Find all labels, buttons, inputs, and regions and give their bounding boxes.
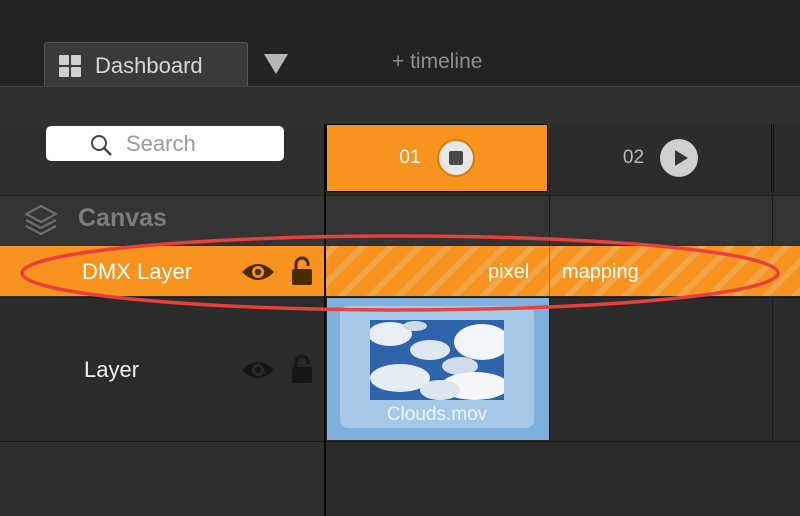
add-timeline-button[interactable]: + timeline [392,50,482,74]
play-button[interactable] [660,139,699,177]
clip-name: Clouds.mov [386,404,488,425]
clip-number: 01 [399,147,421,168]
clip-text-mapping: mapping [562,261,639,283]
clip-header-02[interactable]: 02 [550,124,772,192]
lock-icon[interactable] [291,354,313,384]
sidebar-divider [324,124,326,516]
eye-icon[interactable] [241,261,275,283]
play-icon [674,150,688,166]
clip-header-partial [773,124,800,192]
search-input[interactable] [126,130,306,157]
clip-number: 02 [622,147,645,168]
layer-name: Layer [84,357,140,382]
clip-header-01[interactable]: 01 [326,124,548,192]
stop-icon [448,151,463,165]
tab-dashboard[interactable]: Dashboard [44,42,248,88]
stop-button[interactable] [436,139,475,177]
layers-icon [24,204,58,236]
grid-icon [59,54,81,77]
search-box[interactable] [46,126,306,161]
eye-icon[interactable] [241,359,275,381]
layer-name: DMX Layer [82,259,193,284]
tab-dashboard-label: Dashboard [95,52,203,78]
clip-divider [549,246,550,296]
canvas-label: Canvas [78,204,167,232]
search-icon [91,135,112,156]
lock-icon[interactable] [291,256,313,286]
clip-thumbnail [370,320,504,400]
header-band [0,86,800,128]
clip-text-pixel: pixel [488,261,530,283]
chevron-down-icon[interactable] [264,54,288,74]
